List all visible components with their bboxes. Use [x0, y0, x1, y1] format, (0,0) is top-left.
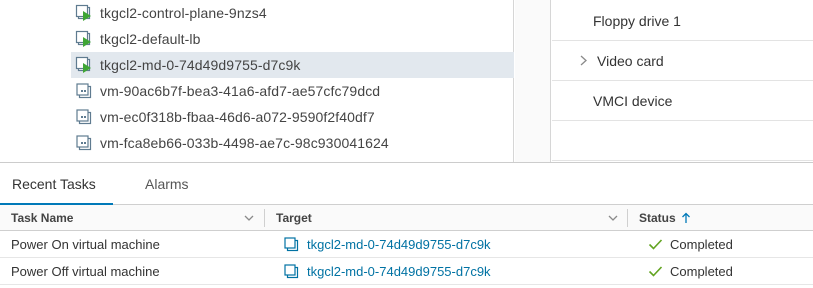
target-link[interactable]: tkgcl2-md-0-74d49d9755-d7c9k [307, 237, 491, 252]
hardware-label: Floppy drive 1 [593, 12, 681, 29]
tree-item-default-lb[interactable]: tkgcl2-default-lb [71, 26, 514, 52]
inventory-tree: tkgcl2-control-plane-9nzs4 tkgcl2-defaul… [0, 0, 514, 162]
tree-item-md-0-selected[interactable]: tkgcl2-md-0-74d49d9755-d7c9k [71, 52, 514, 78]
tasks-grid-header: Task Name Target Status [0, 205, 813, 231]
vm-icon [76, 109, 92, 125]
arrow-up-icon [681, 212, 690, 223]
hardware-row-floppy[interactable]: Floppy drive 1 [552, 1, 813, 41]
vm-powered-on-icon [75, 30, 91, 47]
panel-divider[interactable] [515, 0, 551, 162]
chevron-down-icon[interactable] [242, 211, 256, 225]
tree-item-vm-ec0f318b[interactable]: vm-ec0f318b-fbaa-46d6-a072-9590f2f40df7 [71, 104, 514, 130]
column-header-status[interactable]: Status [639, 205, 691, 231]
hardware-row-more [552, 121, 813, 161]
status-cell: Completed [648, 231, 733, 258]
column-header-target[interactable]: Target [276, 205, 312, 231]
table-row[interactable]: Power Off virtual machine tkgcl2-md-0-74… [0, 258, 813, 285]
tree-item-control-plane[interactable]: tkgcl2-control-plane-9nzs4 [71, 0, 514, 26]
status-text: Completed [670, 264, 733, 279]
chevron-down-icon[interactable] [606, 211, 620, 225]
tab-alarms[interactable]: Alarms [145, 163, 215, 205]
column-header-task-name[interactable]: Task Name [11, 205, 73, 231]
hardware-row-vmci[interactable]: VMCI device [552, 81, 813, 121]
hardware-label: Video card [597, 52, 664, 69]
vm-icon [284, 237, 299, 252]
tab-recent-tasks[interactable]: Recent Tasks [0, 163, 113, 206]
top-split-area: tkgcl2-control-plane-9nzs4 tkgcl2-defaul… [0, 0, 813, 162]
target-link[interactable]: tkgcl2-md-0-74d49d9755-d7c9k [307, 264, 491, 279]
hardware-list: Floppy drive 1 Video card VMCI device [552, 0, 813, 162]
bottom-tabs: Recent Tasks Alarms [0, 163, 813, 206]
column-separator[interactable] [627, 209, 628, 227]
chevron-right-icon[interactable] [552, 53, 597, 69]
table-row[interactable]: Power On virtual machine tkgcl2-md-0-74d… [0, 231, 813, 258]
task-name-cell: Power Off virtual machine [11, 264, 160, 279]
vm-powered-on-icon [75, 56, 91, 73]
checkmark-icon [648, 266, 663, 277]
hardware-label: VMCI device [593, 92, 673, 109]
column-separator[interactable] [264, 209, 265, 227]
tree-item-label: tkgcl2-default-lb [100, 31, 201, 47]
vm-icon [76, 83, 92, 99]
tree-item-label: vm-ec0f318b-fbaa-46d6-a072-9590f2f40df7 [100, 109, 375, 125]
tree-item-label: vm-90ac6b7f-bea3-41a6-afd7-ae57cfc79dcd [100, 83, 381, 99]
tab-label: Recent Tasks [12, 176, 96, 192]
vm-powered-on-icon [75, 4, 91, 21]
tree-item-vm-fca8eb66[interactable]: vm-fca8eb66-033b-4498-ae7c-98c930041624 [71, 130, 514, 156]
status-cell: Completed [648, 258, 733, 285]
target-cell[interactable]: tkgcl2-md-0-74d49d9755-d7c9k [283, 231, 491, 258]
task-name-cell: Power On virtual machine [11, 237, 160, 252]
tree-item-label: tkgcl2-md-0-74d49d9755-d7c9k [100, 57, 301, 73]
hardware-row-video-card[interactable]: Video card [552, 41, 813, 81]
checkmark-icon [648, 239, 663, 250]
target-cell[interactable]: tkgcl2-md-0-74d49d9755-d7c9k [283, 258, 491, 285]
vm-icon [284, 264, 299, 279]
vm-icon [76, 135, 92, 151]
status-text: Completed [670, 237, 733, 252]
tree-item-label: vm-fca8eb66-033b-4498-ae7c-98c930041624 [100, 135, 389, 151]
tree-item-label: tkgcl2-control-plane-9nzs4 [100, 5, 267, 21]
tree-item-vm-90ac6b7f[interactable]: vm-90ac6b7f-bea3-41a6-afd7-ae57cfc79dcd [71, 78, 514, 104]
recent-tasks-panel: Recent Tasks Alarms Task Name Target Sta… [0, 162, 813, 288]
tab-label: Alarms [145, 176, 189, 192]
